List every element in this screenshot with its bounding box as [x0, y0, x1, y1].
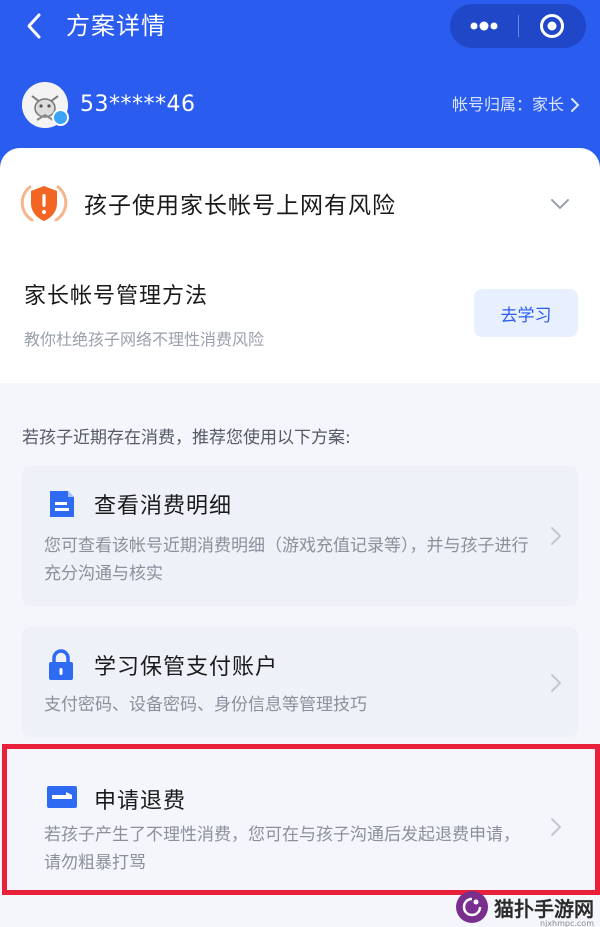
- chevron-down-icon: [551, 199, 569, 210]
- more-button[interactable]: [450, 4, 518, 48]
- page-title: 方案详情: [66, 12, 166, 40]
- manage-title: 家长帐号管理方法: [24, 284, 209, 309]
- expand-button[interactable]: [546, 190, 574, 218]
- manage-subtitle: 教你杜绝孩子网络不理性消费风险: [24, 330, 265, 349]
- plan-card-payment-account[interactable]: 学习保管支付账户 支付密码、设备密码、身份信息等管理技巧: [22, 627, 578, 737]
- risk-title: 孩子使用家长帐号上网有风险: [84, 193, 396, 219]
- account-owner-label: 帐号归属：家长: [451, 95, 564, 114]
- chevron-right-icon: [551, 674, 562, 692]
- highlight-box: [2, 744, 600, 895]
- close-button[interactable]: [519, 4, 587, 48]
- account-id: 53*****46: [80, 92, 196, 117]
- shield-warning-icon: [20, 185, 68, 222]
- more-dots-icon: [470, 21, 498, 31]
- risk-row[interactable]: 孩子使用家长帐号上网有风险: [20, 176, 580, 230]
- avatar-badge: [52, 109, 69, 126]
- plan-title: 学习保管支付账户: [94, 655, 279, 680]
- account-owner-link[interactable]: 帐号归属：家长: [452, 93, 580, 117]
- mini-program-capsule: [450, 4, 586, 48]
- plan-desc: 支付密码、设备密码、身份信息等管理技巧: [44, 695, 367, 715]
- lock-icon: [49, 649, 73, 680]
- chevron-right-icon: [551, 527, 562, 545]
- watermark-text: 猫扑手游网: [494, 896, 594, 921]
- go-learn-button[interactable]: 去学习: [474, 289, 578, 337]
- watermark-url: njxhmpc.com: [540, 919, 594, 927]
- chevron-left-icon: [27, 13, 41, 39]
- chevron-right-icon: [571, 98, 580, 112]
- back-button[interactable]: [16, 8, 52, 44]
- header-bar: 方案详情 53*****46 帐号归属：家长: [0, 0, 600, 168]
- document-icon: [50, 491, 74, 517]
- plans-intro: 若孩子近期存在消费，推荐您使用以下方案:: [22, 428, 351, 448]
- target-circle-icon: [540, 14, 565, 38]
- plan-desc: 您可查看该帐号近期消费明细（游戏充值记录等），并与孩子进行充分沟通与核实: [44, 536, 529, 584]
- plan-card-consumption-detail[interactable]: 查看消费明细 您可查看该帐号近期消费明细（游戏充值记录等），并与孩子进行充分沟通…: [22, 466, 578, 606]
- plan-title: 查看消费明细: [94, 494, 233, 519]
- risk-card: 孩子使用家长帐号上网有风险 家长帐号管理方法 教你杜绝孩子网络不理性消费风险 去…: [0, 148, 600, 383]
- watermark-logo-icon: [456, 891, 488, 923]
